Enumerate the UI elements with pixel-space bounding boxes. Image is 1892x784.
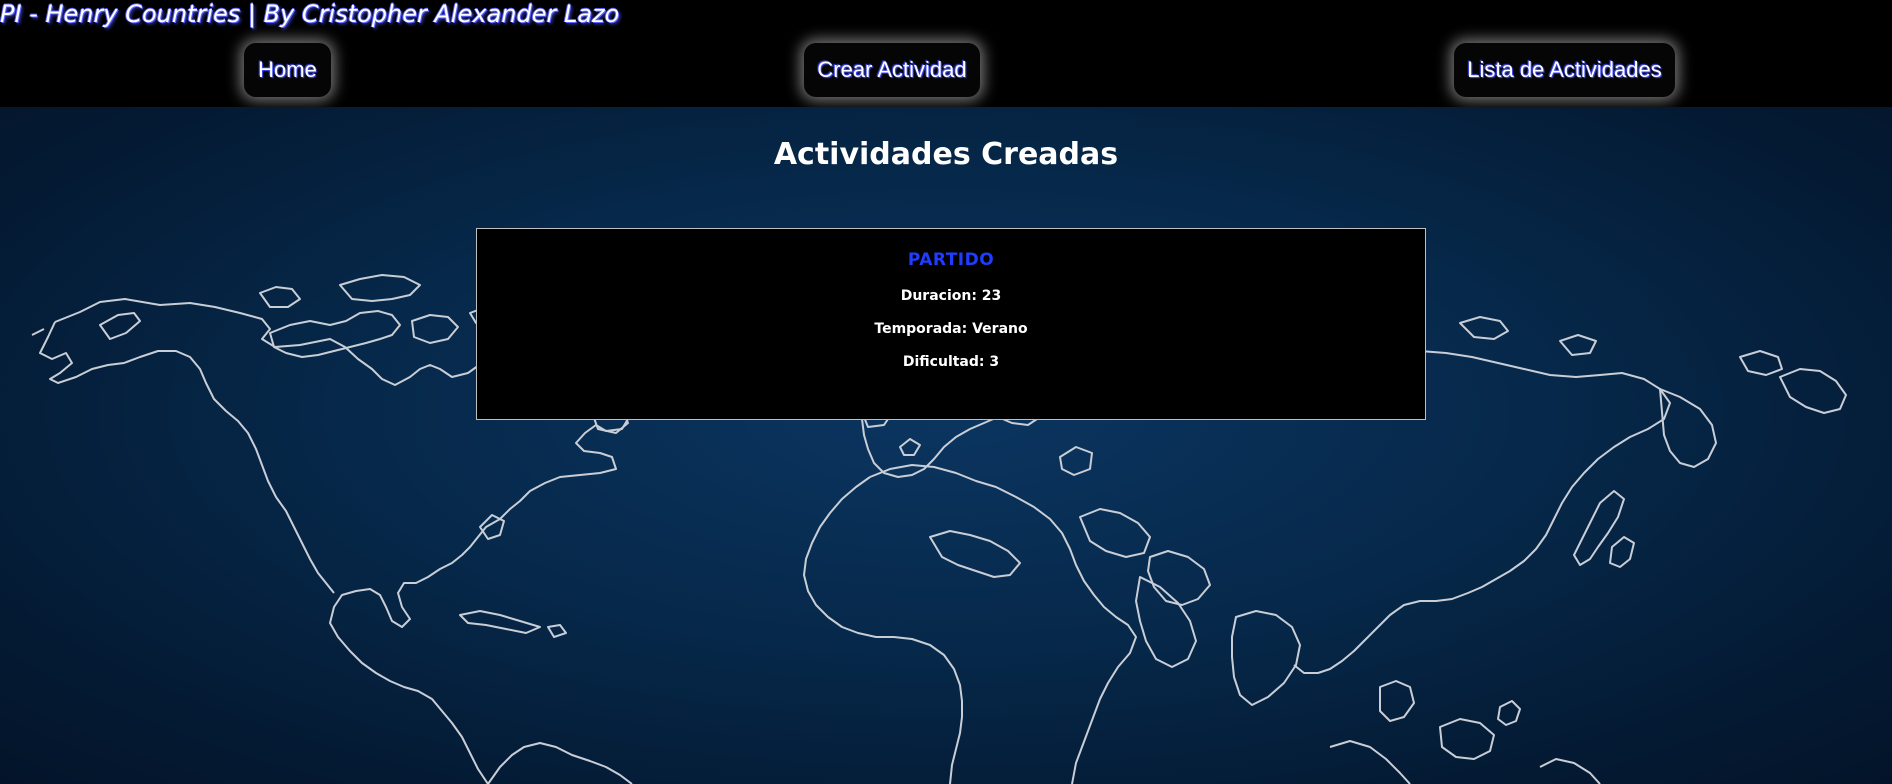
activity-difficulty: Dificultad: 3 [902, 354, 1000, 370]
activity-duration: Duracion: 23 [900, 288, 1002, 304]
nav-home-button[interactable]: Home [244, 43, 331, 97]
app-brand-title: PI - Henry Countries | By Cristopher Ale… [0, 0, 620, 28]
nav-activity-list-button[interactable]: Lista de Actividades [1454, 43, 1675, 97]
activity-season: Temporada: Verano [874, 321, 1028, 337]
page-title: Actividades Creadas [773, 137, 1119, 172]
top-navbar: PI - Henry Countries | By Cristopher Ale… [0, 0, 1892, 107]
activity-name: PARTIDO [907, 250, 995, 270]
activity-card: PARTIDO Duracion: 23 Temporada: Verano D… [476, 228, 1426, 420]
world-map-background [31, 274, 1847, 784]
main-content: Actividades Creadas PARTIDO Duracion: 23… [0, 107, 1892, 784]
nav-create-activity-button[interactable]: Crear Actividad [804, 43, 980, 97]
